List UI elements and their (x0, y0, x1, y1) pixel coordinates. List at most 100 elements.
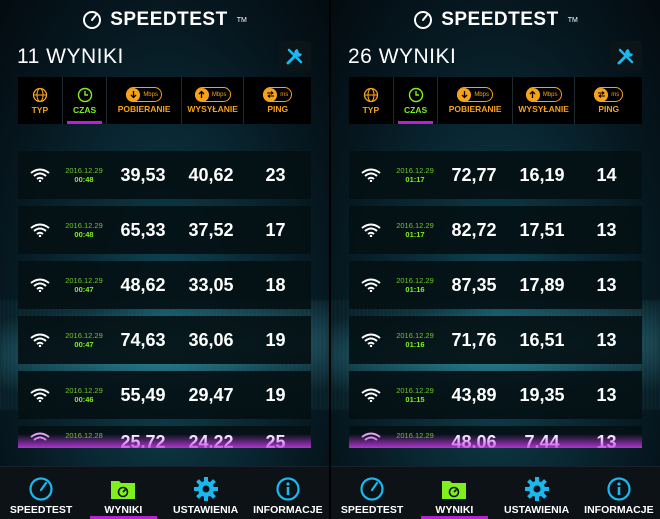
tools-button[interactable] (279, 41, 311, 71)
result-date: 2016.12.29 (65, 220, 103, 230)
nav-informacje[interactable]: INFORMACJE (247, 467, 329, 519)
nav-speedtest[interactable]: SPEEDTEST (331, 467, 413, 519)
result-datetime: 2016.12.29 00:47 (62, 275, 106, 294)
result-row[interactable]: 2016.12.29 00:47 48,62 33,05 18 (18, 261, 311, 309)
result-time: 00:47 (74, 340, 94, 349)
sort-czas[interactable]: CZAS (392, 77, 438, 124)
sort-wysylanie[interactable]: Mbps WYSYŁANIE (180, 77, 244, 124)
result-upload: 17,89 (519, 274, 565, 295)
upload-arrow-icon (529, 90, 536, 98)
nav-wyniki[interactable]: WYNIKI (413, 467, 495, 519)
result-time: 01:15 (405, 395, 425, 404)
sort-ping[interactable]: ms PING (574, 77, 642, 124)
result-date: 2016.12.29 (396, 165, 434, 175)
wifi-icon (349, 388, 393, 402)
wifi-icon (349, 168, 393, 182)
wifi-icon (18, 278, 62, 292)
upload-speed-badge: Mbps (525, 87, 562, 102)
sort-typ[interactable]: TYP (18, 77, 62, 124)
ping-badge: ms (263, 87, 293, 102)
result-row[interactable]: 2016.12.29 00:48 65,33 37,52 17 (18, 206, 311, 254)
brand-tm: TM (567, 16, 578, 24)
result-download: 39,53 (120, 164, 166, 185)
header-ping-label: PING (267, 104, 289, 114)
result-row-partial[interactable]: 2016.12.29 48,06 7,44 13 (349, 426, 642, 448)
result-row[interactable]: 2016.12.29 00:46 55,49 29,47 19 (18, 371, 311, 419)
result-ping: 23 (265, 164, 286, 185)
nav-informacje[interactable]: INFORMACJE (578, 467, 660, 519)
result-upload: 7,44 (524, 432, 560, 448)
nav-wyniki-label: WYNIKI (435, 504, 474, 516)
result-row-partial[interactable]: 2016.12.28 25,72 24,22 25 (18, 426, 311, 448)
result-row[interactable]: 2016.12.29 01:15 43,89 19,35 13 (349, 371, 642, 419)
ping-arrows-icon (266, 91, 274, 98)
tools-button[interactable] (610, 41, 642, 71)
nav-wyniki-label: WYNIKI (104, 504, 143, 516)
result-ping: 13 (596, 274, 617, 295)
result-datetime: 2016.12.28 (62, 432, 106, 440)
panel-left: SPEEDTEST TM 11 WYNIKI TYP CZAS Mbps POBI… (0, 0, 329, 519)
result-download: 55,49 (120, 384, 166, 405)
result-row[interactable]: 2016.12.29 00:47 74,63 36,06 19 (18, 316, 311, 364)
wifi-icon (349, 223, 393, 237)
result-download: 74,63 (120, 329, 166, 350)
brand-tm: TM (236, 16, 247, 24)
wifi-icon (18, 223, 62, 237)
nav-speedtest[interactable]: SPEEDTEST (0, 467, 82, 519)
result-ping: 13 (596, 329, 617, 350)
result-date: 2016.12.29 (65, 165, 103, 175)
sort-czas[interactable]: CZAS (61, 77, 107, 124)
sort-typ[interactable]: TYP (349, 77, 393, 124)
upload-unit: Mbps (542, 91, 558, 98)
sort-ping[interactable]: ms PING (243, 77, 311, 124)
result-date: 2016.12.29 (65, 275, 103, 285)
result-upload: 16,51 (519, 329, 565, 350)
screenshot-pair: SPEEDTEST TM 11 WYNIKI TYP CZAS Mbps POBI… (0, 0, 660, 519)
result-date: 2016.12.29 (396, 385, 434, 395)
nav-ustawienia[interactable]: USTAWIENIA (165, 467, 247, 519)
sort-wysylanie[interactable]: Mbps WYSYŁANIE (511, 77, 575, 124)
header-wysylanie-label: WYSYŁANIE (187, 104, 238, 114)
header-wysylanie-label: WYSYŁANIE (518, 104, 569, 114)
result-datetime: 2016.12.29 00:48 (62, 220, 106, 239)
speedtest-logo: SPEEDTEST TM (0, 9, 329, 31)
result-row[interactable]: 2016.12.29 00:48 39,53 40,62 23 (18, 151, 311, 199)
result-datetime: 2016.12.29 01:17 (393, 165, 437, 184)
ping-arrows-icon (597, 91, 605, 98)
result-ping: 19 (265, 384, 286, 405)
result-row[interactable]: 2016.12.29 01:16 71,76 16,51 13 (349, 316, 642, 364)
brand-name: SPEEDTEST (110, 9, 228, 30)
nav-ustawienia-label: USTAWIENIA (504, 504, 570, 516)
result-ping: 19 (265, 329, 286, 350)
header-czas-label: CZAS (72, 104, 97, 115)
result-ping: 13 (596, 219, 617, 240)
header-typ-label: TYP (31, 104, 49, 115)
panel-right: SPEEDTEST TM 26 WYNIKI TYP CZAS Mbps POBI… (331, 0, 660, 519)
sort-pobieranie[interactable]: Mbps POBIERANIE (437, 77, 511, 124)
result-upload: 24,22 (188, 432, 234, 448)
wifi-icon (18, 388, 62, 402)
download-speed-badge: Mbps (126, 87, 162, 102)
wifi-icon (18, 168, 62, 182)
result-row[interactable]: 2016.12.29 01:17 72,77 16,19 14 (349, 151, 642, 199)
nav-speedtest-label: SPEEDTEST (9, 504, 73, 516)
sort-pobieranie[interactable]: Mbps POBIERANIE (106, 77, 180, 124)
header-czas-label: CZAS (403, 104, 428, 115)
results-folder-icon (442, 481, 467, 499)
upload-arrow-icon (198, 90, 205, 98)
column-header-bar: TYP CZAS Mbps POBIERANIE Mbps WYSYŁANIE … (349, 77, 642, 124)
result-datetime: 2016.12.29 01:15 (393, 385, 437, 404)
clock-icon (408, 87, 423, 102)
result-row[interactable]: 2016.12.29 01:17 82,72 17,51 13 (349, 206, 642, 254)
result-download: 48,06 (451, 432, 497, 448)
result-row[interactable]: 2016.12.29 01:16 87,35 17,89 13 (349, 261, 642, 309)
globe-icon (363, 87, 378, 102)
wifi-icon (18, 333, 62, 347)
result-upload: 33,05 (188, 274, 234, 295)
result-download: 43,89 (451, 384, 497, 405)
bottom-nav: SPEEDTEST WYNIKI USTAWIENIA INFORMACJE (0, 466, 329, 519)
nav-ustawienia[interactable]: USTAWIENIA (496, 467, 578, 519)
nav-informacje-label: INFORMACJE (253, 504, 323, 516)
speedometer-icon (360, 477, 384, 501)
nav-wyniki[interactable]: WYNIKI (82, 467, 164, 519)
